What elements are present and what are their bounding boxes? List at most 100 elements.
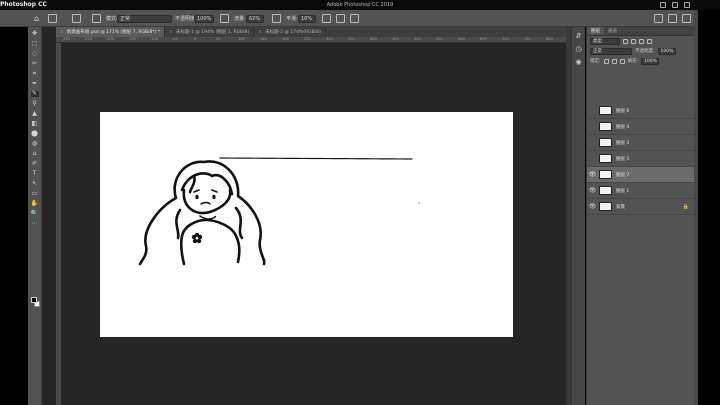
adjustments-icon[interactable]: ◉ — [575, 58, 583, 66]
visibility-eye-icon[interactable]: 👁 — [587, 203, 598, 210]
search-icon[interactable] — [654, 14, 663, 23]
layer-thumbnail — [599, 202, 612, 211]
filter-type-icon[interactable] — [639, 38, 644, 44]
home-icon[interactable]: ⌂ — [34, 14, 39, 23]
tool-button[interactable]: ✐ — [31, 161, 39, 167]
tool-button[interactable]: ✎ — [30, 91, 39, 97]
close-tab-icon[interactable]: × — [169, 30, 173, 35]
tool-button[interactable]: ⬤ — [31, 131, 39, 137]
layer-row[interactable]: 图层 4 — [587, 119, 695, 135]
tool-button[interactable]: ⋯ — [31, 221, 39, 227]
ruler-tick-label: 800 — [546, 37, 553, 41]
visibility-eye-icon[interactable]: 👁 — [587, 171, 598, 178]
ruler-tick-label: 500 — [414, 37, 421, 41]
layer-row[interactable]: 👁 背景 🔒 — [587, 199, 695, 215]
panel-dock: ⇵ ◷ ◉ — [571, 27, 585, 405]
tool-button[interactable]: ◌ — [31, 51, 39, 57]
smoothing-field[interactable]: 10% — [298, 14, 316, 23]
brush-settings-icon[interactable] — [72, 14, 81, 23]
ruler-tick-label: 400 — [370, 37, 377, 41]
ruler-tick-label: 350 — [348, 37, 355, 41]
tool-button[interactable]: ✂ — [31, 61, 39, 67]
fill-field[interactable]: 100% — [641, 57, 660, 65]
tool-button[interactable]: ✒ — [31, 81, 39, 87]
layer-filter-select[interactable]: 类型 — [590, 37, 620, 45]
document-tab[interactable]: × 未标题-2 @ 174%(RGB/8) — [254, 27, 326, 37]
layer-row[interactable]: 👁 图层 7 — [587, 167, 695, 183]
tools-panel: ✥ ⬚ ◌ ✂ ⌗ ✒ ✎ ⚲ ▲ ◧ ⬤ ◍ ⌂ ✐ T ↖ ▭ ✋ 🔍 ⋯ — [28, 27, 42, 405]
document-tab-label: 新建画布组.psd @ 171% (图层 7, RGB/8*) * — [66, 30, 161, 35]
tool-button[interactable]: ▲ — [31, 111, 39, 117]
status-icon[interactable] — [684, 2, 690, 8]
tool-button[interactable]: ◧ — [31, 121, 39, 127]
ruler-tick-label: -300 — [62, 37, 70, 41]
layer-opacity-field[interactable]: 100% — [657, 47, 676, 55]
pressure-opacity-icon[interactable] — [220, 14, 229, 23]
document-tab[interactable]: × 新建画布组.psd @ 171% (图层 7, RGB/8*) * — [56, 27, 166, 37]
lock-position-icon[interactable] — [611, 58, 617, 64]
layer-row[interactable]: 图层 3 — [587, 135, 695, 151]
airbrush-icon[interactable] — [272, 14, 281, 23]
ruler-tick-label: 700 — [502, 37, 509, 41]
history-icon[interactable]: ⇵ — [575, 32, 583, 40]
tool-button[interactable]: ⌗ — [31, 71, 39, 77]
layer-row[interactable]: 图层 6 — [587, 103, 695, 119]
tool-button[interactable]: 🔍 — [31, 211, 39, 217]
properties-icon[interactable]: ◷ — [575, 45, 583, 53]
status-icon[interactable] — [672, 2, 678, 8]
tool-button[interactable]: ⌂ — [31, 151, 39, 157]
layer-opacity-label: 不透明度: — [635, 49, 655, 54]
close-tab-icon[interactable]: × — [258, 30, 262, 35]
mode-select[interactable]: 正常 — [117, 14, 172, 23]
brush-preset-icon[interactable] — [48, 14, 57, 23]
window-title: Adobe Photoshop CC 2019 — [326, 2, 394, 8]
mode-label: 模式: — [106, 16, 118, 22]
layer-name: 图层 5 — [616, 156, 630, 162]
layer-thumbnail — [599, 138, 612, 147]
tab-layers[interactable]: 图层 — [587, 27, 604, 35]
smoothing-gear-icon[interactable] — [322, 14, 331, 23]
ruler-tick-label: 50 — [216, 37, 221, 41]
lock-label: 锁定: — [590, 59, 601, 64]
panel-edge — [694, 10, 698, 405]
layer-row[interactable]: 图层 5 — [587, 151, 695, 167]
tab-channels[interactable]: 通道 — [604, 27, 621, 35]
filter-pixel-icon[interactable] — [623, 38, 628, 44]
ruler-tick-label: 600 — [458, 37, 465, 41]
document-canvas[interactable] — [100, 112, 513, 337]
lock-all-icon[interactable] — [619, 58, 625, 64]
tool-button[interactable]: ✥ — [31, 31, 39, 37]
tool-button[interactable]: T — [31, 171, 39, 177]
tool-button[interactable]: ▭ — [31, 191, 39, 197]
close-tab-icon[interactable]: × — [60, 30, 64, 35]
tool-button[interactable]: ✋ — [31, 201, 39, 207]
layer-thumbnail — [599, 106, 612, 115]
document-tab[interactable]: × 未标题-1 @ 194% (图层 1, RGB/8) — [165, 27, 255, 37]
share-icon[interactable] — [682, 14, 691, 23]
blend-mode-select[interactable]: 正常 — [590, 47, 632, 55]
tool-button[interactable]: ⚲ — [31, 101, 39, 107]
foreground-color-swatch[interactable] — [31, 297, 37, 303]
tool-button[interactable]: ⬚ — [31, 41, 39, 47]
layer-thumbnail — [599, 170, 612, 179]
visibility-eye-icon[interactable]: 👁 — [587, 187, 598, 194]
document-tab-label: 未标题-1 @ 194% (图层 1, RGB/8) — [175, 30, 250, 35]
symmetry-icon[interactable] — [350, 14, 359, 23]
layer-name: 图层 7 — [616, 172, 630, 178]
status-icon[interactable] — [660, 2, 666, 8]
filter-shape-icon[interactable] — [647, 38, 652, 44]
filter-adjust-icon[interactable] — [631, 38, 636, 44]
layer-name: 背景 — [616, 204, 625, 210]
pressure-size-icon[interactable] — [336, 14, 345, 23]
flow-field[interactable]: 62% — [246, 14, 264, 23]
screen-left-edge — [0, 10, 28, 405]
lock-pixels-icon[interactable] — [603, 58, 609, 64]
workspace-icon[interactable] — [668, 14, 677, 23]
flow-label: 流量: — [234, 16, 246, 22]
tool-button[interactable]: ↖ — [31, 181, 39, 187]
opacity-field[interactable]: 100% — [194, 14, 214, 23]
layer-row[interactable]: 👁 图层 1 — [587, 183, 695, 199]
brush-panel-icon[interactable] — [92, 14, 101, 23]
ruler-tick-label: 650 — [480, 37, 487, 41]
tool-button[interactable]: ◍ — [31, 141, 39, 147]
